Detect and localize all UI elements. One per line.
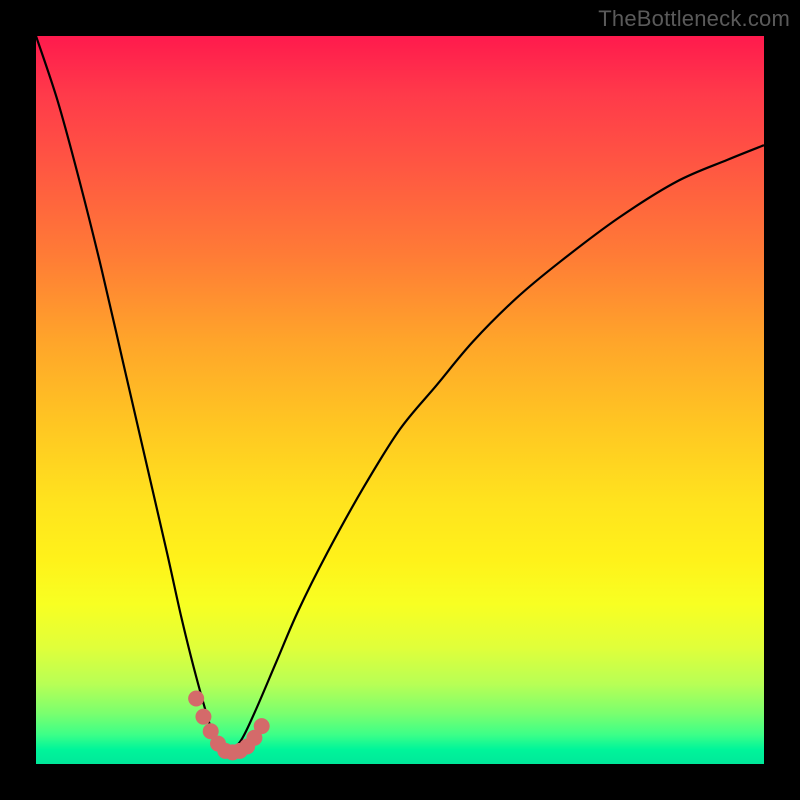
curve-right-branch xyxy=(225,145,764,753)
minimum-marker xyxy=(195,709,211,725)
minimum-marker xyxy=(254,718,270,734)
chart-svg xyxy=(36,36,764,764)
minimum-marker xyxy=(188,690,204,706)
curve-left-branch xyxy=(36,36,225,753)
minimum-markers xyxy=(188,690,270,760)
chart-frame: TheBottleneck.com xyxy=(0,0,800,800)
watermark-text: TheBottleneck.com xyxy=(598,6,790,32)
